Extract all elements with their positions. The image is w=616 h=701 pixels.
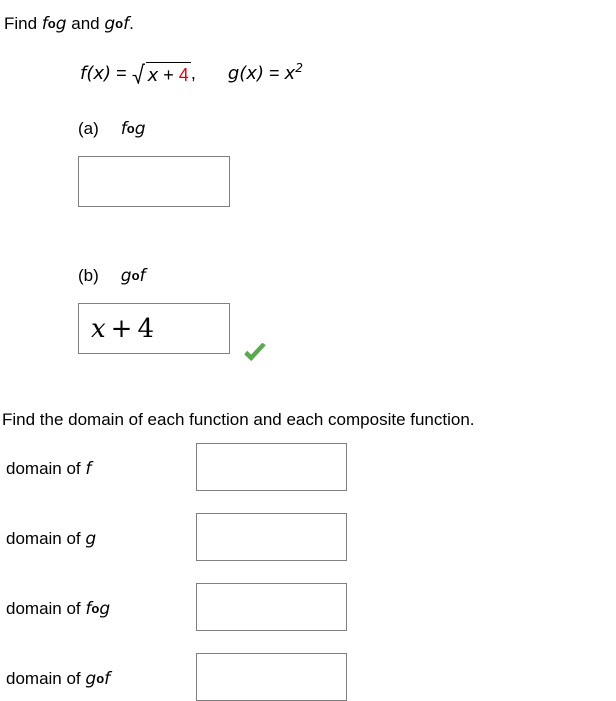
part-b-expr-right: f [139, 266, 146, 286]
g-equals-sign: = [269, 63, 280, 83]
prompt-f-og-g: g [55, 14, 67, 34]
f-equals-sign: = [116, 63, 127, 83]
domain-fog-input[interactable] [196, 583, 347, 631]
part-a-answer-value [79, 157, 229, 169]
prompt-text-suffix: . [129, 14, 134, 33]
domain-row-gof-label: domain of gof [6, 669, 110, 690]
radicand: x + 4 [145, 61, 191, 87]
domain-row-gof-prefix: domain of [6, 669, 86, 688]
f-function-name: f(x) [80, 63, 112, 84]
square-root-expression: x + 4 [132, 61, 191, 87]
part-b-expr-left: g [120, 266, 132, 286]
prompt-text-mid: and [66, 14, 105, 33]
domain-f-input[interactable] [196, 443, 347, 491]
g-base: x [284, 63, 296, 84]
radicand-variable: x [147, 64, 159, 86]
domain-row-gof-fn1: g [85, 669, 97, 689]
domain-row-fog-prefix: domain of [6, 599, 86, 618]
part-b-tag: (b) [78, 266, 99, 285]
part-b-label: (b) gof [78, 266, 146, 287]
prompt-g-of-circle-icon: o [115, 16, 124, 31]
part-a-expr-left: f [120, 119, 127, 139]
domain-row-fog-fn2: g [99, 599, 111, 619]
domain-row-f-fn1: f [85, 459, 92, 479]
domain-row-f-label: domain of f [6, 459, 91, 480]
definition-comma: , [190, 63, 196, 83]
prompt-f-og-f: f [41, 14, 48, 34]
domain-row-fog-label: domain of fog [6, 599, 110, 620]
prompt-g-of-g: g [104, 14, 116, 34]
exercise-page: Find fog and gof. f(x) = x + 4 , g(x) = … [0, 0, 616, 701]
domain-row-f-prefix: domain of [6, 459, 86, 478]
g-exponent: 2 [295, 61, 303, 75]
prompt-f-og-circle-icon: o [47, 16, 56, 31]
domain-row-g-fn1: g [85, 529, 97, 549]
part-b-answer-value: x +4 [79, 304, 229, 342]
domain-gof-input[interactable] [196, 653, 347, 701]
part-b-answer-input[interactable]: x +4 [78, 303, 230, 354]
radical-sign-icon [132, 63, 145, 84]
part-a-label: (a) fog [78, 119, 146, 140]
g-function-name: g(x) [227, 63, 264, 84]
domain-row-g-prefix: domain of [6, 529, 86, 548]
domain-row-gof-fn2: f [104, 669, 111, 689]
prompt-text-prefix: Find [4, 14, 42, 33]
domain-row-fog-circle-icon: o [91, 601, 100, 616]
function-definitions: f(x) = x + 4 , g(x) = x2 [80, 57, 303, 87]
domain-row-g-label: domain of g [6, 529, 96, 550]
domain-g-input[interactable] [196, 513, 347, 561]
part-a-answer-input[interactable] [78, 156, 230, 207]
domain-row-gof-circle-icon: o [96, 671, 105, 686]
part-a-circle-icon: o [126, 121, 135, 136]
part-b-circle-icon: o [131, 268, 140, 283]
check-mark-icon [244, 342, 266, 361]
part-a-tag: (a) [78, 119, 99, 138]
radicand-operator: + [163, 64, 174, 85]
part-b-answer-variable: x [91, 314, 106, 344]
part-b-answer-constant: 4 [137, 314, 155, 344]
domain-instruction: Find the domain of each function and eac… [2, 410, 475, 429]
part-a-expr-right: g [134, 119, 146, 139]
part-b-answer-operator: + [110, 314, 133, 344]
question-prompt: Find fog and gof. [4, 14, 134, 35]
radicand-constant: 4 [178, 64, 189, 85]
